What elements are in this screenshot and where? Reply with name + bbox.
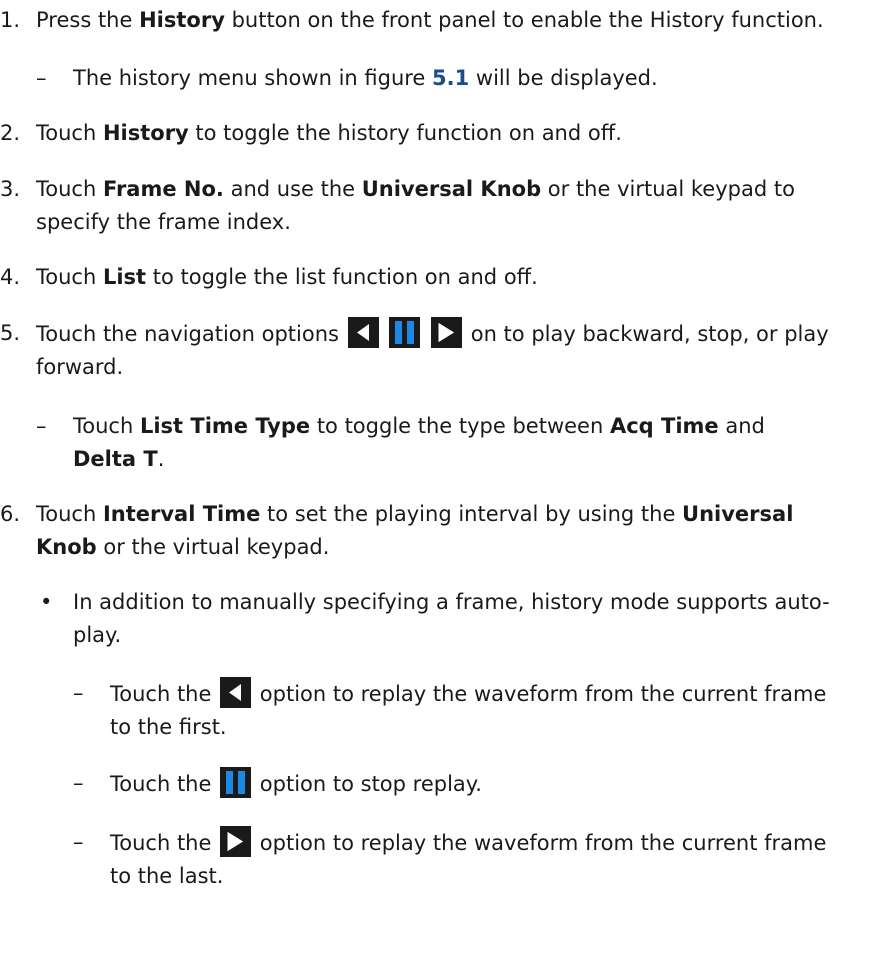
step-number: 2. [0,121,21,145]
play-forward-icon[interactable] [431,317,463,348]
step-number: 5. [0,321,21,345]
step-number: 3. [0,177,21,201]
play-backward-icon[interactable] [347,317,379,348]
step-number: 6. [0,502,21,526]
step-text: Press the History button on the front pa… [36,8,824,32]
pause-icon[interactable] [220,767,252,798]
play-forward-icon[interactable] [220,826,252,857]
step-number: 1. [0,8,21,32]
document-page: 1. Press the History button on the front… [0,0,893,955]
step-number: 4. [0,265,21,289]
figure-reference-link[interactable]: 5.1 [432,66,469,90]
play-backward-icon[interactable] [220,677,252,708]
bullet-mark: • [40,590,53,614]
pause-icon[interactable] [389,317,421,348]
